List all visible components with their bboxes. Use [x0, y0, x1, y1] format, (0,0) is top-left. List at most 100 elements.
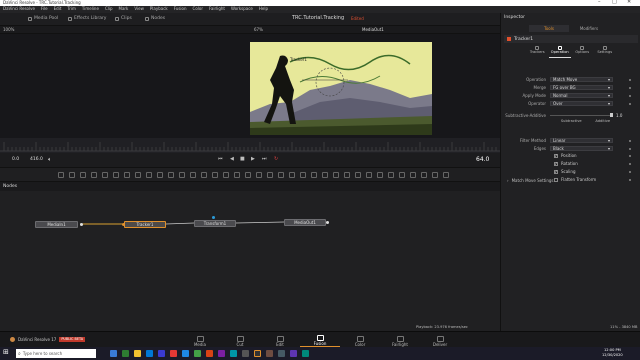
fusion-tool-icon[interactable] — [366, 172, 372, 178]
fusion-tool-icon[interactable] — [443, 172, 449, 178]
fusion-tool-icon[interactable] — [432, 172, 438, 178]
keyframe-dot-icon[interactable] — [629, 162, 631, 165]
mail-icon[interactable] — [158, 350, 165, 357]
merge-dropdown[interactable]: FG over BG ▾ — [550, 85, 613, 90]
store-icon[interactable] — [146, 350, 153, 357]
fusion-tool-icon[interactable] — [91, 172, 97, 178]
fusion-tool-icon[interactable] — [322, 172, 328, 178]
node-editor[interactable]: MediaIn1 Tracker1 Transform1 MediaOut1 — [0, 191, 500, 331]
clips-button[interactable]: Clips — [115, 16, 132, 22]
current-frame-field[interactable]: 64.0 — [476, 157, 489, 163]
time-ruler[interactable] — [0, 138, 500, 153]
fusion-tool-icon[interactable] — [102, 172, 108, 178]
node-mediain1[interactable]: MediaIn1 — [35, 221, 78, 228]
node-input-pin[interactable] — [122, 223, 125, 226]
excel-icon[interactable] — [194, 350, 201, 357]
audio-icon[interactable]: 🔈︎ — [48, 157, 52, 163]
keyframe-dot-icon[interactable] — [629, 154, 631, 157]
fusion-tool-icon[interactable] — [410, 172, 416, 178]
menu-item-view[interactable]: View — [134, 7, 144, 11]
tab-tools[interactable]: Tools — [529, 25, 569, 32]
subtab-settings[interactable]: Settings — [594, 46, 617, 58]
fusion-tool-icon[interactable] — [135, 172, 141, 178]
fusion-tool-icon[interactable] — [289, 172, 295, 178]
taskbar-search[interactable]: ⌕ Type here to search — [16, 349, 96, 358]
page-tab-media[interactable]: Media — [180, 334, 220, 347]
menu-item-file[interactable]: File — [41, 7, 48, 11]
viewer-zoom-left[interactable]: 100% — [3, 28, 14, 32]
keyframe-dot-icon[interactable] — [629, 139, 631, 142]
fusion-tool-icon[interactable] — [300, 172, 306, 178]
fusion-tool-icon[interactable] — [146, 172, 152, 178]
scaling-checkbox-row[interactable]: ✓ Scaling — [501, 168, 640, 175]
menu-item-workspace[interactable]: Workspace — [231, 7, 253, 11]
app-icon[interactable] — [266, 350, 273, 357]
fusion-tool-icon[interactable] — [168, 172, 174, 178]
tab-modifiers[interactable]: Modifiers — [569, 25, 609, 32]
fusion-tool-icon[interactable] — [201, 172, 207, 178]
fusion-tool-icon[interactable] — [234, 172, 240, 178]
fusion-tool-icon[interactable] — [212, 172, 218, 178]
match-move-settings-section[interactable]: › Match Move Settings — [507, 178, 554, 183]
position-checkbox[interactable]: ✓ — [554, 153, 558, 158]
fusion-tool-icon[interactable] — [388, 172, 394, 178]
node-mediaout1[interactable]: MediaOut1 — [284, 219, 326, 226]
stop-icon[interactable]: ■ — [240, 157, 245, 162]
fusion-tool-icon[interactable] — [69, 172, 75, 178]
fusion-tool-icon[interactable] — [157, 172, 163, 178]
keyframe-dot-icon[interactable] — [629, 78, 631, 81]
menu-item-davinci-resolve[interactable]: DaVinci Resolve — [3, 7, 35, 11]
fusion-tool-icon[interactable] — [344, 172, 350, 178]
subtab-options[interactable]: Options — [571, 46, 594, 58]
page-tab-color[interactable]: Color — [340, 334, 380, 347]
rotation-checkbox[interactable]: ✓ — [554, 161, 558, 166]
fusion-tool-icon[interactable] — [333, 172, 339, 178]
subtractive-additive-value[interactable]: 1.0 — [616, 113, 622, 118]
app-icon[interactable] — [242, 350, 249, 357]
onenote-icon[interactable] — [218, 350, 225, 357]
edges-dropdown[interactable]: Black ▾ — [550, 146, 613, 151]
flatten-transform-checkbox[interactable] — [554, 177, 558, 182]
viewer-frame[interactable]: Tracker1 — [250, 42, 432, 135]
menu-item-color[interactable]: Color — [193, 7, 203, 11]
play-icon[interactable]: ▶︎ — [251, 157, 255, 162]
effects-library-button[interactable]: Effects Library — [68, 16, 106, 22]
keyframe-dot-icon[interactable] — [629, 147, 631, 150]
edge-icon[interactable] — [122, 350, 129, 357]
fusion-tool-icon[interactable] — [80, 172, 86, 178]
page-tab-edit[interactable]: Edit — [260, 334, 300, 347]
page-tab-fairlight[interactable]: Fairlight — [380, 334, 420, 347]
page-tab-deliver[interactable]: Deliver — [420, 334, 460, 347]
operator-dropdown[interactable]: Over ▾ — [550, 101, 613, 106]
minimize-icon[interactable]: – — [598, 0, 601, 5]
fusion-tool-icon[interactable] — [421, 172, 427, 178]
inspector-node-header[interactable]: Tracker1 — [504, 35, 638, 43]
word-icon[interactable] — [182, 350, 189, 357]
menu-item-clip[interactable]: Clip — [105, 7, 113, 11]
app-icon[interactable] — [302, 350, 309, 357]
node-output-pin[interactable] — [80, 223, 83, 226]
render-start-field[interactable]: 0.0 — [12, 157, 19, 163]
step-back-icon[interactable]: ◀︎ — [230, 157, 234, 162]
fusion-tool-icon[interactable] — [278, 172, 284, 178]
taskbar-search-input[interactable]: Type here to search — [23, 351, 62, 356]
keyframe-dot-icon[interactable] — [629, 94, 631, 97]
nodes-button[interactable]: Nodes — [145, 16, 165, 22]
keyframe-dot-icon[interactable] — [629, 170, 631, 173]
resolve-taskbar-icon[interactable] — [254, 350, 261, 357]
fusion-tool-icon[interactable] — [124, 172, 130, 178]
fusion-tool-icon[interactable] — [245, 172, 251, 178]
menu-item-mark[interactable]: Mark — [119, 7, 129, 11]
page-tab-cut[interactable]: Cut — [220, 334, 260, 347]
operation-dropdown[interactable]: Match Move ▾ — [550, 77, 613, 82]
menu-item-playback[interactable]: Playback — [150, 7, 168, 11]
node-output-pin[interactable] — [326, 221, 329, 224]
page-tab-fusion[interactable]: Fusion — [300, 334, 340, 347]
media-pool-button[interactable]: Media Pool — [28, 16, 58, 22]
node-mask-pin[interactable] — [212, 216, 215, 219]
fusion-tool-icon[interactable] — [256, 172, 262, 178]
menu-item-help[interactable]: Help — [259, 7, 268, 11]
fusion-tool-icon[interactable] — [113, 172, 119, 178]
node-transform1[interactable]: Transform1 — [194, 220, 236, 227]
fusion-tool-icon[interactable] — [311, 172, 317, 178]
